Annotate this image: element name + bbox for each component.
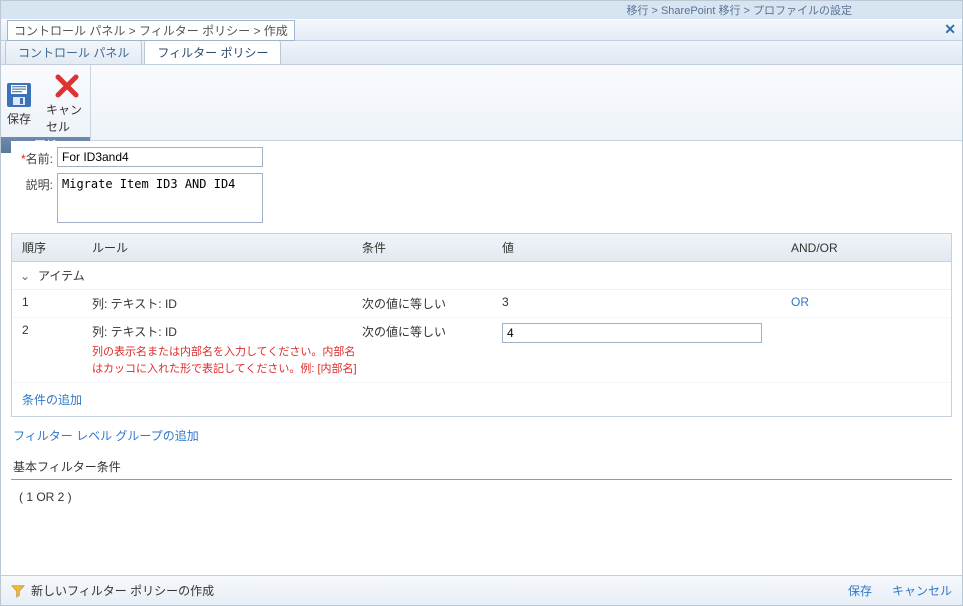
app-window: 移行 > SharePoint 移行 > プロファイルの設定 コントロール パネ… (0, 0, 963, 606)
footer-save-link[interactable]: 保存 (848, 582, 872, 599)
cancel-button-label: キャンセル (46, 101, 87, 135)
segment-label: アイテム (38, 267, 85, 284)
cell-order: 2 (12, 323, 92, 337)
cell-value (502, 323, 791, 343)
rule-hint: 列の表示名または内部名を入力してください。内部名はカッコに入れた形で表記してくだ… (92, 344, 362, 377)
tab-control-panel[interactable]: コントロール パネル (5, 40, 142, 64)
desc-field[interactable]: Migrate Item ID3 AND ID4 (57, 173, 263, 223)
cancel-icon (52, 71, 82, 101)
value-field[interactable] (502, 323, 762, 343)
save-icon (4, 80, 34, 110)
cell-rule: 列: テキスト: ID (92, 295, 362, 312)
table-row: 1列: テキスト: ID次の値に等しい3 OR (12, 290, 951, 318)
top-banner: 移行 > SharePoint 移行 > プロファイルの設定 (1, 1, 962, 19)
content-area: *名前: 説明: Migrate Item ID3 AND ID4 順序 ルール… (11, 141, 952, 573)
col-header-order: 順序 (12, 239, 92, 256)
name-label: *名前: (11, 147, 53, 167)
cancel-button[interactable]: キャンセル (43, 69, 90, 137)
cell-order: 1 (12, 295, 92, 309)
cell-value: 3 (502, 295, 791, 309)
separator (11, 479, 952, 480)
add-condition-link[interactable]: 条件の追加 (22, 393, 82, 407)
footer-cancel-link[interactable]: キャンセル (892, 582, 952, 599)
value-text: 3 (502, 295, 509, 309)
col-header-value: 値 (502, 239, 791, 256)
filter-expression: ( 1 OR 2 ) (19, 490, 952, 504)
close-icon[interactable]: ✕ (944, 22, 956, 36)
cell-andor[interactable]: OR (791, 295, 951, 309)
cell-cond: 次の値に等しい (362, 295, 502, 312)
tab-strip: コントロール パネル フィルター ポリシー (1, 41, 962, 65)
breadcrumb-bar: コントロール パネル > フィルター ポリシー > 作成 ✕ (1, 19, 962, 41)
footer-bar: 新しいフィルター ポリシーの作成 保存 キャンセル (1, 575, 962, 605)
save-button-label: 保存 (7, 110, 31, 127)
grid-header: 順序 ルール 条件 値 AND/OR (12, 234, 951, 262)
desc-label: 説明: (11, 173, 53, 193)
cell-rule: 列: テキスト: ID列の表示名または内部名を入力してください。内部名はカッコに… (92, 323, 362, 377)
col-header-andor: AND/OR (791, 241, 951, 255)
col-header-cond: 条件 (362, 239, 502, 256)
ribbon-group-update: 保存 キャンセル 更新 (1, 65, 91, 140)
ribbon: 保存 キャンセル 更新 (1, 65, 962, 141)
table-row: 2列: テキスト: ID列の表示名または内部名を入力してください。内部名はカッコ… (12, 318, 951, 383)
breadcrumb: コントロール パネル > フィルター ポリシー > 作成 (7, 20, 295, 41)
grid-segment[interactable]: ⌄ アイテム (12, 262, 951, 290)
chevron-down-icon[interactable]: ⌄ (12, 269, 38, 283)
cell-cond: 次の値に等しい (362, 323, 502, 340)
rules-grid: 順序 ルール 条件 値 AND/OR ⌄ アイテム 1列: テキスト: ID次の… (11, 233, 952, 417)
tab-filter-policy[interactable]: フィルター ポリシー (144, 40, 281, 64)
save-button[interactable]: 保存 (1, 78, 37, 129)
banner-breadcrumb: 移行 > SharePoint 移行 > プロファイルの設定 (626, 2, 852, 18)
filter-icon (11, 584, 25, 598)
add-filter-group-link[interactable]: フィルター レベル グループの追加 (13, 429, 199, 443)
basic-filter-title: 基本フィルター条件 (13, 458, 952, 475)
name-field[interactable] (57, 147, 263, 167)
footer-create-label: 新しいフィルター ポリシーの作成 (31, 582, 214, 599)
col-header-rule: ルール (92, 239, 362, 256)
